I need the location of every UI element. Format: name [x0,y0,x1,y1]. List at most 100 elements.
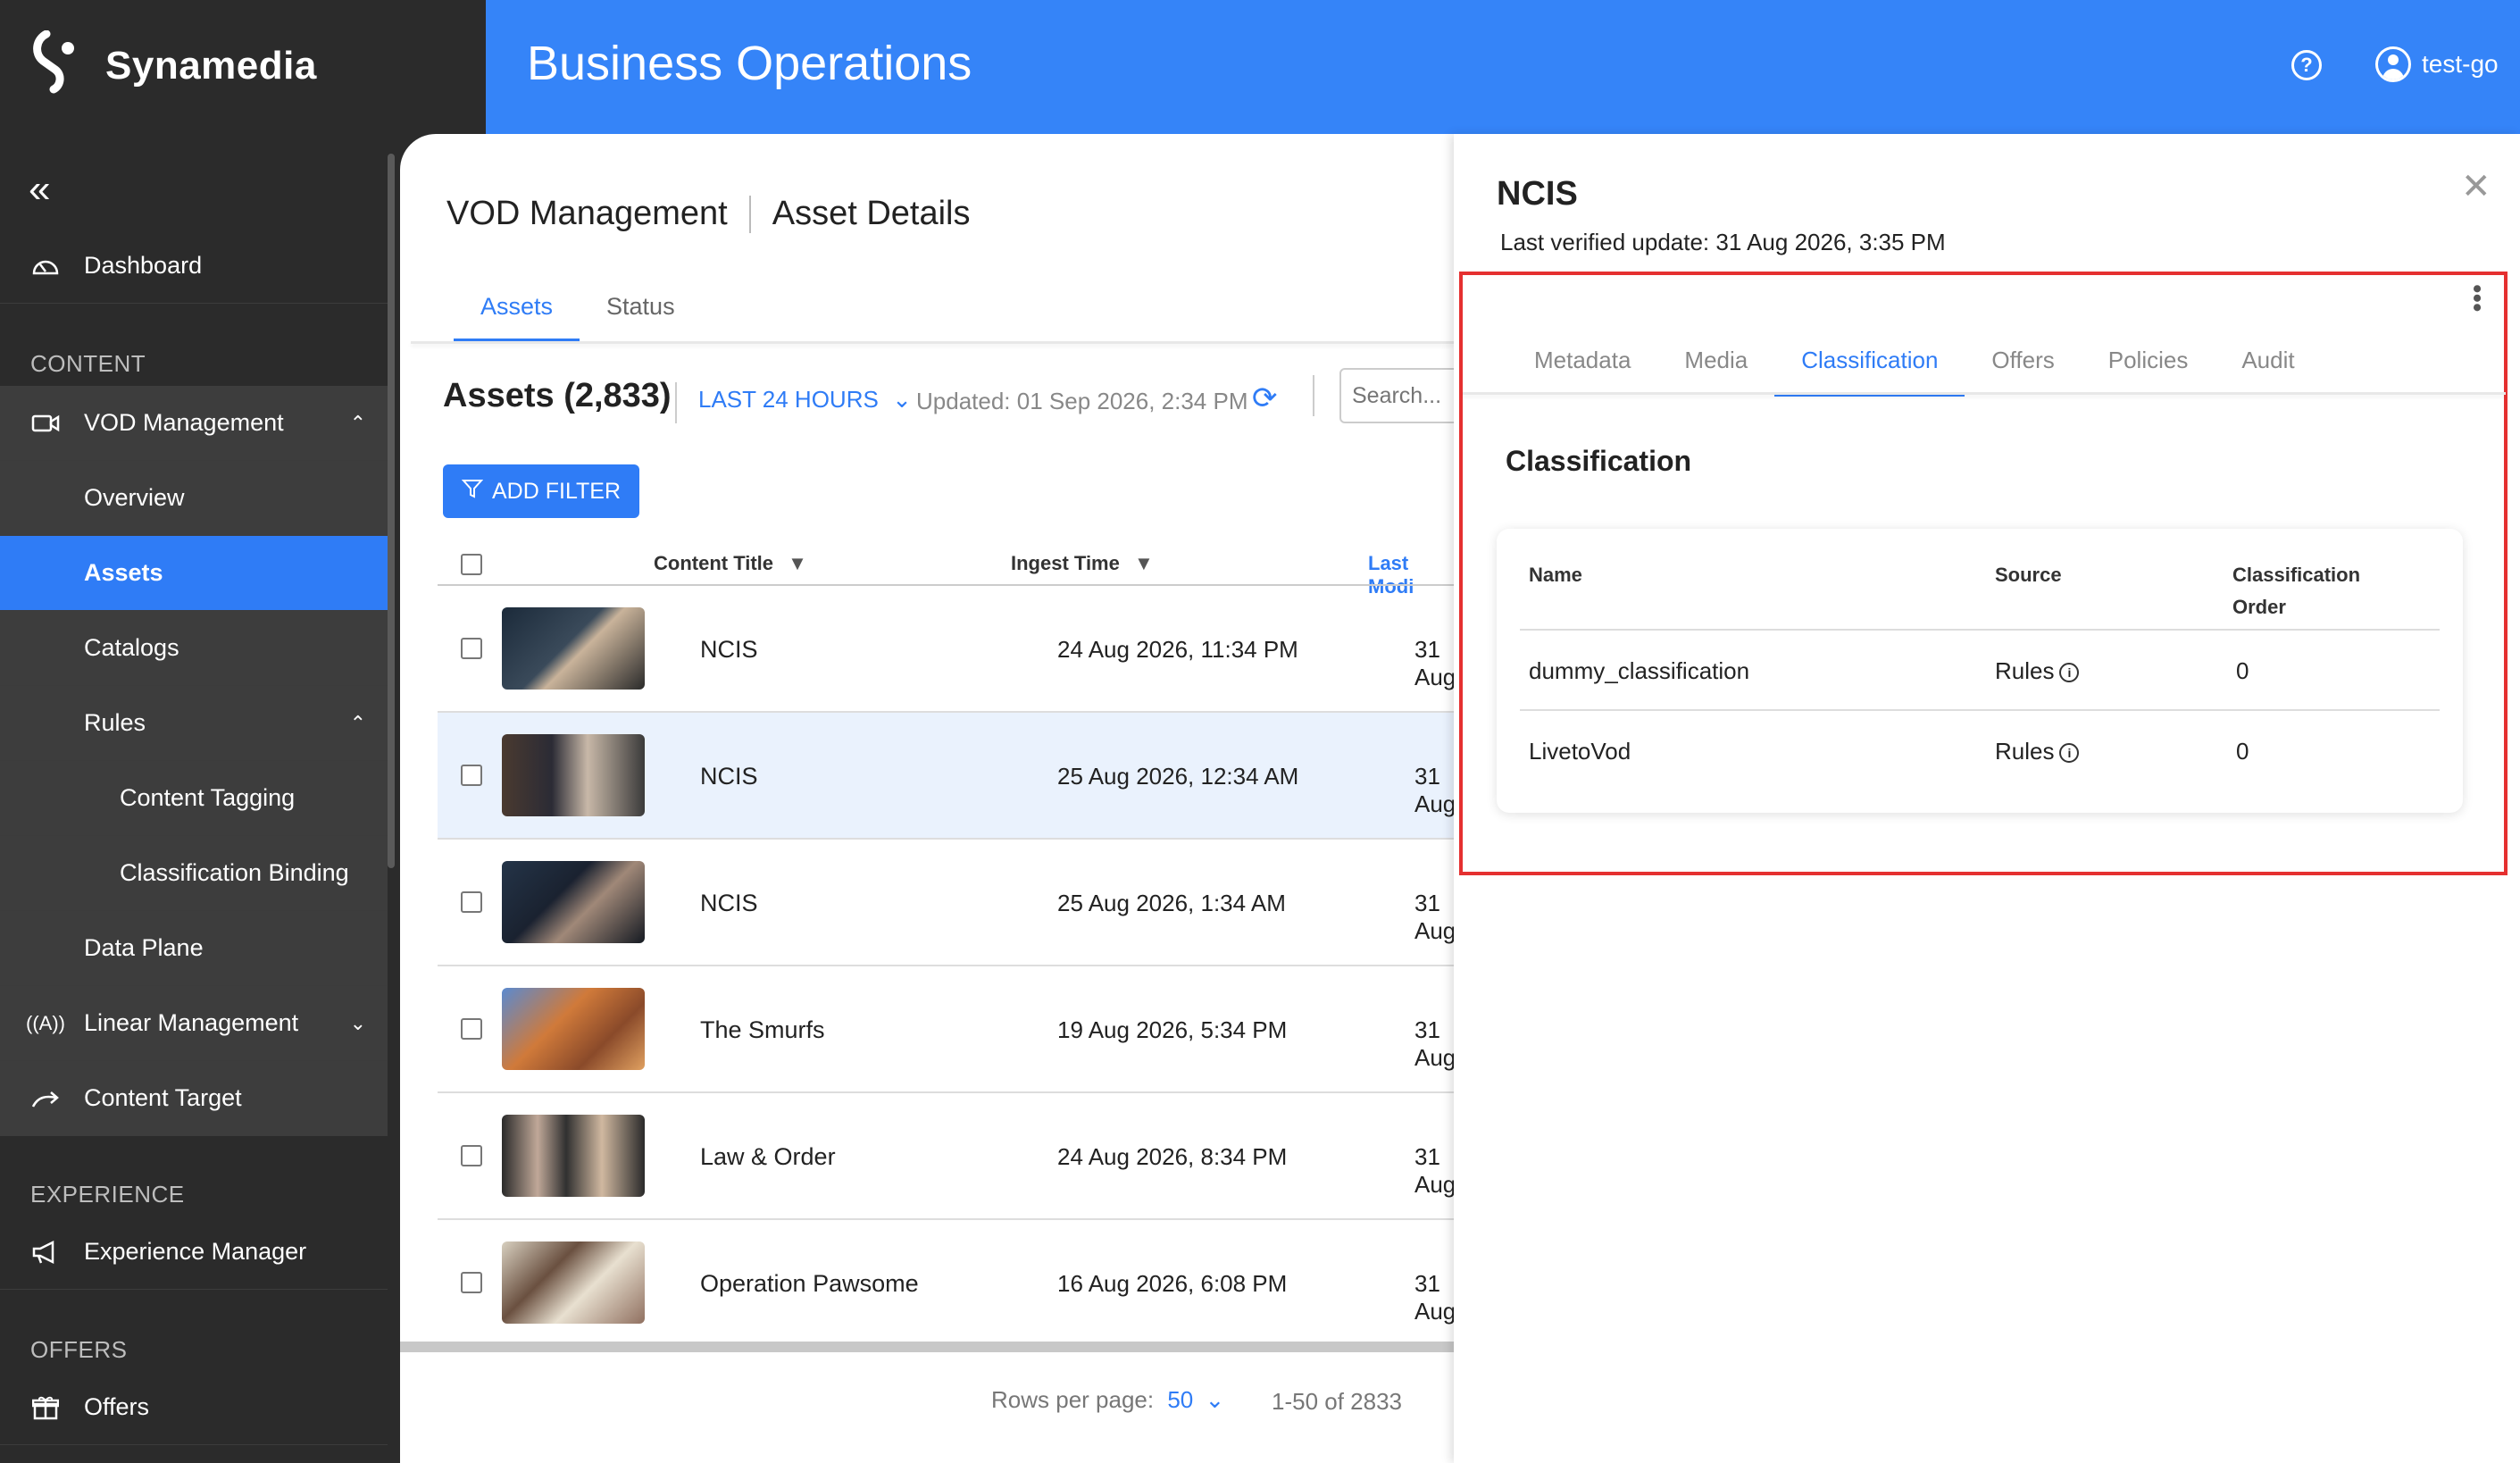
tab-status[interactable]: Status [580,293,702,343]
classification-source: Rules i [1995,657,2080,685]
sidebar-item-linear-management[interactable]: ((A)) Linear Management ⌄ [0,986,388,1061]
column-header-name: Name [1529,564,1582,586]
updated-timestamp: Updated: 01 Sep 2026, 2:34 PM [916,388,1248,414]
sidebar-item-label: Catalogs [84,634,179,661]
sidebar-scrollbar[interactable] [388,154,395,868]
divider [675,382,677,423]
asset-thumbnail[interactable] [502,734,645,816]
synamedia-logo-icon [33,30,74,94]
top-header: Business Operations [486,0,2520,134]
table-row[interactable]: Operation Pawsome 16 Aug 2026, 6:08 PM 3… [438,1220,1456,1347]
tab-media[interactable]: Media [1657,347,1774,397]
asset-thumbnail[interactable] [502,988,645,1070]
tab-classification[interactable]: Classification [1774,347,1965,397]
table-row[interactable]: NCIS 25 Aug 2026, 12:34 AM 31 Aug [438,713,1456,840]
username[interactable]: test-go [2422,50,2499,79]
row-divider [1520,709,2440,711]
tab-policies[interactable]: Policies [2082,347,2215,397]
asset-title[interactable]: NCIS [700,890,758,917]
info-icon[interactable]: i [2059,743,2080,764]
arrow-right-curve-icon [30,1083,61,1114]
sidebar-item-dashboard[interactable]: Dashboard [0,229,388,304]
column-header-ingest-time[interactable]: Ingest Time ▼ [1011,552,1154,575]
brand-logo[interactable]: Synamedia [29,29,317,104]
asset-title[interactable]: NCIS [700,636,758,664]
tabs-divider [1463,392,2506,395]
asset-thumbnail[interactable] [502,861,645,943]
sidebar-item-data-plane[interactable]: Data Plane [0,911,388,986]
asset-ingest-time: 25 Aug 2026, 12:34 AM [1057,763,1299,790]
sidebar-item-content-tagging[interactable]: Content Tagging [0,761,388,836]
column-header-content-title[interactable]: Content Title ▼ [654,552,807,575]
asset-last-modified: 31 Aug [1414,1016,1456,1071]
table-header-divider [1520,629,2440,631]
section-label-content: CONTENT [30,350,146,377]
sidebar-item-catalogs[interactable]: Catalogs [0,611,388,686]
column-header-label: Ingest Time [1011,552,1120,574]
asset-thumbnail[interactable] [502,1115,645,1197]
megaphone-icon [30,1237,61,1267]
main-tabs: Assets Status [454,293,702,343]
broadcast-antenna-icon: ((A)) [26,1011,65,1034]
table-row[interactable]: Law & Order 24 Aug 2026, 8:34 PM 31 Aug [438,1093,1456,1220]
sidebar-item-experience-manager[interactable]: Experience Manager [0,1215,388,1290]
table-row[interactable]: NCIS 24 Aug 2026, 11:34 PM 31 Aug [438,586,1456,713]
column-header-source: Source [1995,564,2062,586]
row-checkbox[interactable] [461,891,482,913]
breadcrumb-separator [748,195,751,233]
asset-ingest-time: 24 Aug 2026, 11:34 PM [1057,636,1298,663]
tab-audit[interactable]: Audit [2215,347,2321,397]
row-checkbox[interactable] [461,1272,482,1293]
sidebar-item-assets[interactable]: Assets [0,536,388,611]
time-range-select[interactable]: LAST 24 HOURS ⌄ [698,386,912,414]
row-checkbox[interactable] [461,1018,482,1040]
sidebar-item-offers[interactable]: Offers [0,1370,388,1445]
asset-thumbnail[interactable] [502,1241,645,1324]
horizontal-scrollbar[interactable] [400,1342,1454,1352]
asset-ingest-time: 16 Aug 2026, 6:08 PM [1057,1270,1288,1297]
breadcrumb-vod-management[interactable]: VOD Management [446,195,728,233]
panel-title: NCIS [1497,175,1578,213]
classification-source: Rules i [1995,738,2080,765]
rows-per-page-label: Rows per page: [991,1386,1155,1413]
asset-title[interactable]: NCIS [700,763,758,790]
row-checkbox[interactable] [461,638,482,659]
table-row[interactable]: The Smurfs 19 Aug 2026, 5:34 PM 31 Aug [438,966,1456,1093]
sidebar-item-rules[interactable]: Rules ⌃ [0,686,388,761]
info-icon[interactable]: i [2059,663,2080,683]
chevron-down-icon: ⌄ [892,386,912,413]
chevron-down-icon: ⌄ [1205,1386,1225,1413]
help-circle-icon[interactable]: ? [2291,50,2322,80]
select-all-checkbox[interactable] [461,554,482,575]
rows-per-page[interactable]: Rows per page: 50 ⌄ [991,1386,1224,1414]
more-options-icon[interactable]: ••• [2462,284,2491,313]
collapse-sidebar-icon[interactable]: « [29,170,50,209]
tab-offers[interactable]: Offers [1965,347,2081,397]
add-filter-button[interactable]: ADD FILTER [443,464,639,518]
column-header-label: Content Title [654,552,774,574]
classification-order: 0 [2236,738,2249,765]
sidebar-item-label: Linear Management [84,1009,299,1036]
asset-title[interactable]: Law & Order [700,1143,836,1171]
asset-detail-panel: NCIS Last verified update: 31 Aug 2026, … [1454,134,2520,1463]
asset-title[interactable]: Operation Pawsome [700,1270,919,1298]
sort-caret-down-icon: ▼ [788,552,807,574]
table-row[interactable]: NCIS 25 Aug 2026, 1:34 AM 31 Aug [438,840,1456,966]
gift-icon [30,1392,61,1423]
tab-metadata[interactable]: Metadata [1507,347,1657,397]
asset-title[interactable]: The Smurfs [700,1016,825,1044]
row-checkbox[interactable] [461,765,482,786]
sidebar-item-vod-management[interactable]: VOD Management ⌃ [0,386,388,461]
sidebar-item-overview[interactable]: Overview [0,461,388,536]
asset-ingest-time: 19 Aug 2026, 5:34 PM [1057,1016,1288,1043]
row-checkbox[interactable] [461,1145,482,1166]
sidebar-item-content-target[interactable]: Content Target [0,1061,388,1136]
breadcrumb: VOD Management Asset Details [446,195,970,233]
video-camera-icon [30,408,61,439]
sidebar-item-classification-binding[interactable]: Classification Binding [0,836,388,911]
user-avatar-icon[interactable] [2375,46,2411,82]
tab-assets[interactable]: Assets [454,293,580,343]
refresh-icon[interactable]: ⟳ [1252,380,1278,416]
asset-thumbnail[interactable] [502,607,645,690]
close-icon[interactable]: ✕ [2461,166,2491,207]
